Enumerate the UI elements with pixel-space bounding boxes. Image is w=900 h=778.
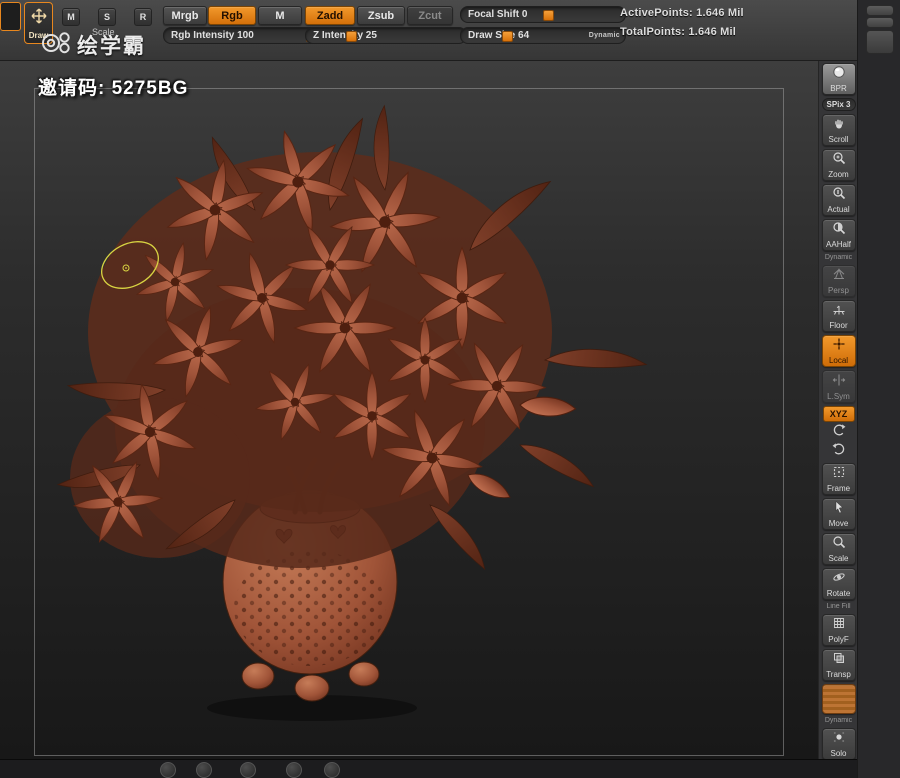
rotate-ccw-button[interactable] [827,423,851,442]
transp-button[interactable]: Transp [821,649,856,682]
gizmo-scale-label: S [103,12,110,22]
gizmo-rotate-button[interactable]: R [134,8,152,26]
scroll-button[interactable]: Scroll [821,113,856,146]
frame-dashed-icon [832,465,846,484]
rgb-button[interactable]: Rgb [208,6,256,25]
local-pivot-icon [832,337,846,356]
gizmo-move-button[interactable]: M [62,8,80,26]
taskbar-icon-2[interactable] [196,762,212,778]
solo-icon [832,730,846,749]
cursor-icon [832,500,846,519]
panel-scroll-down-button[interactable] [866,17,894,28]
truncated-label: Dynamic [824,254,853,262]
rgb-intensity-slider[interactable]: Rgb Intensity 100 [163,27,319,44]
taskbar-icon-3[interactable] [240,762,256,778]
zadd-button[interactable]: Zadd [305,6,355,25]
taskbar [0,759,858,778]
draw-size-slider[interactable]: Draw Size 64 Dynamic [460,27,626,44]
taskbar-icon-1[interactable] [160,762,176,778]
taskbar-icon-4[interactable] [286,762,302,778]
truncated-label: Dynamic [824,717,853,725]
frame-button[interactable]: Frame [821,462,856,495]
zoom-button[interactable]: Zoom [821,148,856,181]
mrgb-button[interactable]: Mrgb [163,6,207,25]
gizmo-scale-button[interactable]: S [98,8,116,26]
floor-button[interactable]: Floor [821,300,856,333]
focal-shift-slider[interactable]: Focal Shift 0 [460,6,626,23]
zcut-button[interactable]: Zcut [407,6,453,25]
bpr-button[interactable]: BPR [821,63,856,96]
spix-slider[interactable]: SPix 3 [821,98,856,111]
m-button[interactable]: M [258,6,302,25]
taskbar-icon-5[interactable] [324,762,340,778]
sculpt-model [56,104,648,721]
truncated-label: Line Fill [826,603,851,611]
z-intensity-slider[interactable]: Z Intensity 25 [305,27,467,44]
bouquet [56,104,648,576]
magnifier-half-icon [832,221,846,240]
xyz-button[interactable]: XYZ [822,405,855,422]
total-points-stat: TotalPoints: 1.646 Mil [620,26,737,38]
orbit-icon [832,570,846,589]
rotate-cw-icon [832,442,846,461]
magnifier-plus-icon [832,151,846,170]
symmetry-icon [832,373,846,392]
sculpt-viewport[interactable]: 邀请码: 5275BG [0,60,818,760]
brand-swirl-icon [40,29,72,61]
move-button[interactable]: Move [821,497,856,531]
perspective-icon [832,267,846,286]
move-cross-icon [30,7,48,30]
scale-button[interactable]: Scale [821,533,856,566]
rotate-cw-button[interactable] [827,442,851,461]
right-shelf: BPR SPix 3 Scroll Zoom Actual AAHalf Dyn… [818,60,858,761]
brand-logo-text: 绘学霸 [77,35,146,58]
local-button[interactable]: Local [821,335,856,368]
actual-button[interactable]: Actual [821,183,856,217]
persp-button[interactable]: Persp [821,264,856,297]
brand-logo: 绘学霸 [40,29,146,61]
ghost-material-button[interactable] [821,684,856,715]
aahalf-button[interactable]: AAHalf [821,219,856,252]
solo-button[interactable]: Solo [821,727,856,761]
render-sphere-icon [832,65,846,84]
polyframe-grid-icon [832,616,846,635]
panel-scroll-up-button[interactable] [866,5,894,16]
slider-marker[interactable] [346,31,357,42]
right-tray [857,0,900,778]
lsym-button[interactable]: L.Sym [821,370,856,403]
slider-marker[interactable] [502,31,513,42]
brush-preview-button[interactable] [0,2,21,31]
active-points-stat: ActivePoints: 1.646 Mil [620,7,744,19]
dynamic-tag: Dynamic [588,32,620,39]
panel-scrollbar-thumb[interactable] [866,30,894,54]
rotate-ccw-icon [832,423,846,442]
polyf-button[interactable]: PolyF [821,613,856,647]
app-window: Draw M S R Scale Mrgb Rgb M Zadd Zsub Zc… [0,0,900,778]
gizmo-rotate-label: R [139,12,147,22]
zsub-button[interactable]: Zsub [357,6,405,25]
hand-icon [832,116,846,135]
magnifier-icon [832,535,846,554]
floor-grid-icon [832,302,846,321]
transparency-icon [832,651,846,670]
rotate-button[interactable]: Rotate [821,568,856,601]
slider-marker[interactable] [543,10,554,21]
gizmo-move-label: M [67,12,75,22]
top-shelf: Draw M S R Scale Mrgb Rgb M Zadd Zsub Zc… [0,0,858,61]
magnifier-actual-icon [832,186,846,205]
